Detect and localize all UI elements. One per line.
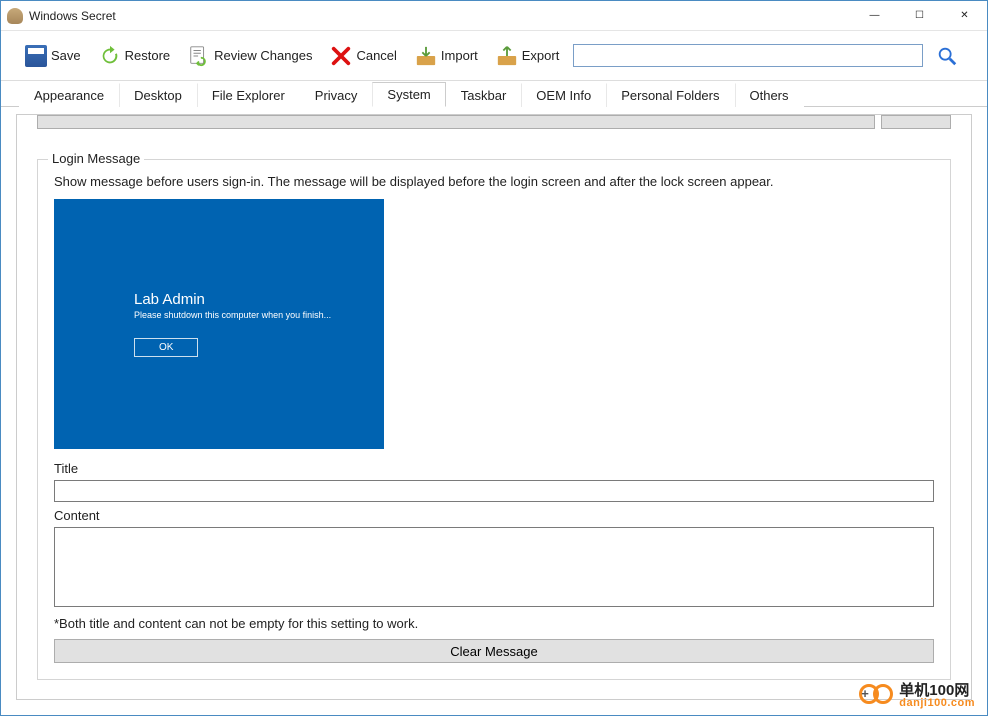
title-bar: Windows Secret — ☐ ✕ bbox=[1, 1, 987, 31]
tab-bar: Appearance Desktop File Explorer Privacy… bbox=[1, 81, 987, 107]
group-legend: Login Message bbox=[48, 151, 144, 166]
search-input[interactable] bbox=[573, 44, 923, 67]
note-text: *Both title and content can not be empty… bbox=[54, 616, 934, 631]
login-message-group: Login Message Show message before users … bbox=[37, 159, 951, 680]
tab-desktop[interactable]: Desktop bbox=[119, 83, 197, 107]
review-changes-button[interactable]: Review Changes bbox=[184, 43, 316, 69]
save-label: Save bbox=[51, 48, 81, 63]
tab-personal-folders[interactable]: Personal Folders bbox=[606, 83, 734, 107]
tab-others[interactable]: Others bbox=[735, 83, 804, 107]
previous-group-bottom bbox=[37, 115, 951, 129]
tab-privacy[interactable]: Privacy bbox=[300, 83, 373, 107]
review-label: Review Changes bbox=[214, 48, 312, 63]
content-input[interactable] bbox=[54, 527, 934, 607]
restore-button[interactable]: Restore bbox=[95, 43, 175, 69]
export-label: Export bbox=[522, 48, 560, 63]
restore-label: Restore bbox=[125, 48, 171, 63]
review-icon bbox=[188, 45, 210, 67]
content-panel: Login Message Show message before users … bbox=[16, 114, 972, 700]
close-button[interactable]: ✕ bbox=[942, 1, 987, 30]
restore-icon bbox=[99, 45, 121, 67]
tab-taskbar[interactable]: Taskbar bbox=[446, 83, 522, 107]
import-label: Import bbox=[441, 48, 478, 63]
clear-message-button[interactable]: Clear Message bbox=[54, 639, 934, 663]
search-button[interactable] bbox=[933, 45, 961, 67]
preview-ok-button: OK bbox=[134, 338, 198, 357]
import-button[interactable]: Import bbox=[411, 43, 482, 69]
cancel-label: Cancel bbox=[356, 48, 396, 63]
tab-file-explorer[interactable]: File Explorer bbox=[197, 83, 300, 107]
maximize-button[interactable]: ☐ bbox=[897, 1, 942, 30]
window-title: Windows Secret bbox=[29, 9, 852, 23]
title-input[interactable] bbox=[54, 480, 934, 502]
cancel-icon bbox=[330, 45, 352, 67]
import-icon bbox=[415, 45, 437, 67]
tab-appearance[interactable]: Appearance bbox=[19, 83, 119, 107]
preview-message: Please shutdown this computer when you f… bbox=[134, 310, 384, 320]
preview-title: Lab Admin bbox=[134, 291, 384, 308]
export-icon bbox=[496, 45, 518, 67]
tab-oem-info[interactable]: OEM Info bbox=[521, 83, 606, 107]
cancel-button[interactable]: Cancel bbox=[326, 43, 400, 69]
title-label: Title bbox=[54, 461, 934, 476]
tab-system[interactable]: System bbox=[372, 82, 445, 107]
app-icon bbox=[7, 8, 23, 24]
window-controls: — ☐ ✕ bbox=[852, 1, 987, 30]
export-button[interactable]: Export bbox=[492, 43, 564, 69]
search-icon bbox=[936, 45, 958, 67]
group-description: Show message before users sign-in. The m… bbox=[54, 174, 934, 189]
save-icon bbox=[25, 45, 47, 67]
toolbar: Save Restore Review Changes Cancel Impor… bbox=[1, 31, 987, 81]
scroll-area[interactable]: Login Message Show message before users … bbox=[17, 115, 971, 699]
login-preview: Lab Admin Please shutdown this computer … bbox=[54, 199, 384, 449]
minimize-button[interactable]: — bbox=[852, 1, 897, 30]
save-button[interactable]: Save bbox=[21, 43, 85, 69]
content-label: Content bbox=[54, 508, 934, 523]
